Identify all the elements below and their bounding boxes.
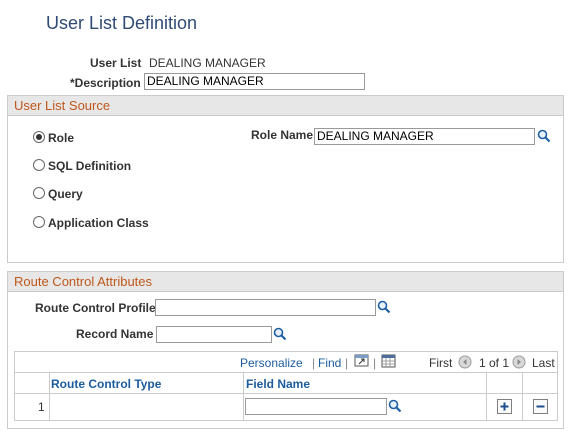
description-field[interactable]: DEALING MANAGER <box>144 73 365 90</box>
field-name-input[interactable] <box>245 398 387 415</box>
user-list-label: User List <box>90 56 142 70</box>
add-row-button[interactable] <box>497 399 512 414</box>
delete-row-button[interactable] <box>533 399 548 414</box>
first-label: First <box>429 356 453 370</box>
role-name-label: Role Name <box>251 128 314 142</box>
last-label: Last <box>532 356 555 370</box>
radio-application-class-label: Application Class <box>48 216 149 230</box>
radio-query-label: Query <box>48 187 83 201</box>
personalize-link[interactable]: Personalize <box>240 356 303 370</box>
role-name-field[interactable]: DEALING MANAGER <box>314 128 535 145</box>
radio-query[interactable] <box>33 187 45 199</box>
route-control-profile-label: Route Control Profile <box>35 301 156 315</box>
magnifier-icon[interactable] <box>377 300 391 314</box>
route-control-header: Route Control Attributes <box>8 272 563 292</box>
route-control-grid: Personalize | Find | | First 1 of 1 Last <box>14 351 558 421</box>
grid-column-header: Route Control Type Field Name <box>15 373 557 394</box>
magnifier-icon[interactable] <box>537 129 551 143</box>
radio-role[interactable] <box>33 131 45 143</box>
radio-application-class[interactable] <box>33 216 45 228</box>
radio-sql-definition[interactable] <box>33 159 45 171</box>
user-list-value: DEALING MANAGER <box>149 56 266 70</box>
minus-icon <box>536 405 545 408</box>
find-link[interactable]: Find <box>318 356 341 370</box>
user-list-source-section: User List Source <box>7 95 564 263</box>
page-title: User List Definition <box>46 13 198 33</box>
view-all-icon[interactable] <box>354 354 370 368</box>
column-route-control-type[interactable]: Route Control Type <box>51 377 161 391</box>
page-range: 1 of 1 <box>479 356 510 370</box>
route-control-profile-field[interactable] <box>155 299 376 316</box>
plus-icon <box>500 402 509 411</box>
magnifier-icon[interactable] <box>388 399 402 413</box>
description-label: *Description <box>70 76 141 90</box>
prev-arrow-icon[interactable] <box>458 355 472 369</box>
user-list-source-header: User List Source <box>8 96 563 116</box>
separator: | <box>312 356 316 370</box>
spreadsheet-icon[interactable] <box>381 354 396 368</box>
grid-navigation-bar: Personalize | Find | | First 1 of 1 Last <box>15 352 557 373</box>
separator: | <box>373 356 377 370</box>
next-arrow-icon[interactable] <box>512 355 526 369</box>
row-number: 1 <box>38 400 45 414</box>
radio-sql-definition-label: SQL Definition <box>48 159 132 173</box>
column-field-name[interactable]: Field Name <box>246 377 310 391</box>
table-row: 1 <box>15 394 557 420</box>
record-name-label: Record Name <box>76 327 154 341</box>
radio-role-label: Role <box>48 131 75 145</box>
separator: | <box>345 356 349 370</box>
record-name-field[interactable] <box>156 326 272 343</box>
magnifier-icon[interactable] <box>273 327 287 341</box>
